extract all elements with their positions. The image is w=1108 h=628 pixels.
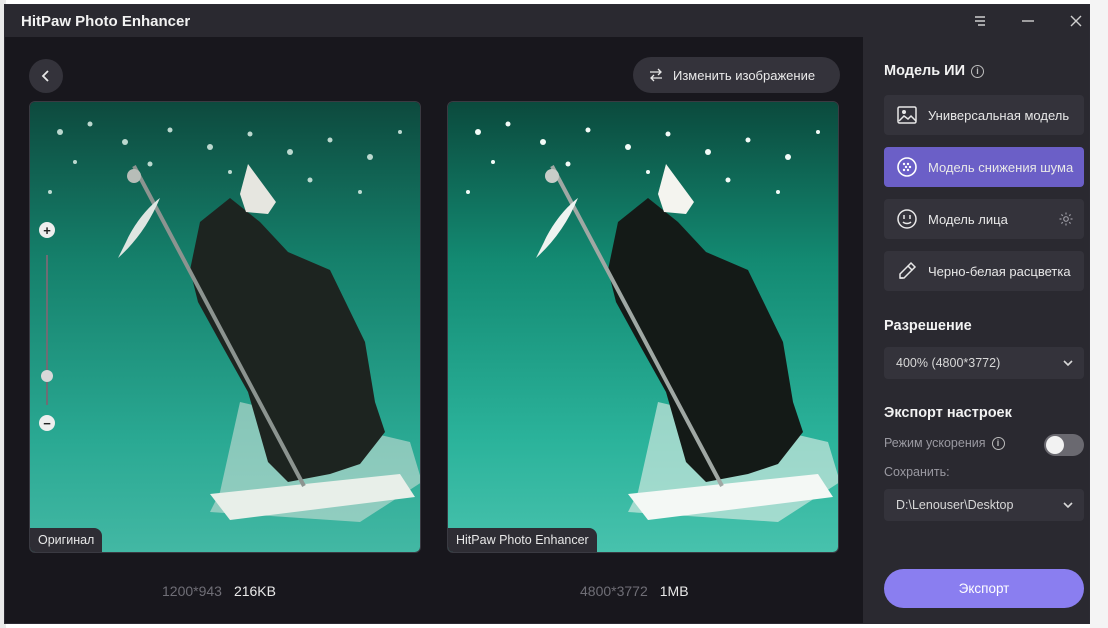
colorize-icon [899,261,917,279]
acceleration-toggle[interactable] [1044,434,1084,456]
background-edge-right [1090,0,1108,628]
face-icon [897,209,917,229]
save-path-select[interactable]: D:\Lenouser\Desktop [884,489,1084,521]
preview-area: Изменить изображение Оригинал HitPaw Pho… [5,37,863,623]
image-icon [897,106,917,124]
export-settings-heading: Экспорт настроек [884,405,1012,421]
export-settings-title: Экспорт настроек [884,405,1012,421]
original-meta: 1200*943 216KB [162,583,276,599]
gear-icon[interactable] [1058,211,1074,227]
zoom-slider-track[interactable] [46,255,48,405]
model-denoise-button[interactable]: Модель снижения шума [884,147,1084,187]
original-image [30,102,420,552]
enhanced-file-size: 1MB [659,583,689,599]
back-button[interactable] [29,59,63,93]
model-face-button[interactable]: Модель лица [884,199,1084,239]
original-label: Оригинал [30,528,103,552]
enhanced-image [448,102,838,552]
settings-sidebar: Модель ИИ i Универсальная модель Модель … [863,37,1089,623]
model-colorize-label: Черно-белая расцветка [928,263,1071,279]
swap-icon [650,68,662,82]
model-denoise-label: Модель снижения шума [928,159,1074,175]
resolution-heading: Разрешение [884,318,972,334]
minimize-button[interactable] [1013,9,1043,33]
chevron-left-icon [41,70,49,82]
minimize-icon [1022,20,1034,22]
export-label: Экспорт [958,581,1010,596]
original-image-panel[interactable]: Оригинал [29,101,421,553]
close-icon [1070,15,1082,27]
ai-model-heading: Модель ИИ i [884,63,985,79]
app-window: HitPaw Photo Enhancer Изменить изображен… [4,4,1090,624]
ai-model-title: Модель ИИ [884,63,966,79]
zoom-in-button[interactable]: + [39,222,55,238]
acceleration-mode: Режим ускорения i [884,436,1005,450]
info-icon[interactable]: i [971,64,985,78]
enhanced-meta: 4800*3772 1MB [580,583,689,599]
model-general-button[interactable]: Универсальная модель [884,95,1084,135]
export-button[interactable]: Экспорт [884,569,1084,608]
menu-button[interactable] [965,9,995,33]
enhanced-dimensions: 4800*3772 [580,583,648,599]
resolution-value: 400% (4800*3772) [896,356,1001,370]
replace-image-label: Изменить изображение [673,67,816,83]
original-dimensions: 1200*943 [162,583,222,599]
title-bar: HitPaw Photo Enhancer [5,5,1089,37]
zoom-out-button[interactable]: − [39,415,55,431]
info-icon[interactable]: i [991,436,1005,450]
chevron-down-icon [1063,502,1073,509]
original-file-size: 216KB [233,583,276,599]
save-path-value: D:\Lenouser\Desktop [896,498,1014,512]
resolution-select[interactable]: 400% (4800*3772) [884,347,1084,379]
toggle-knob [1046,436,1064,454]
menu-icon [975,16,985,26]
acceleration-label: Режим ускорения [884,436,986,450]
enhanced-image-panel[interactable]: HitPaw Photo Enhancer [447,101,839,553]
denoise-icon [897,157,917,177]
save-label: Сохранить: [884,465,950,479]
model-general-label: Универсальная модель [928,107,1070,123]
app-title: HitPaw Photo Enhancer [21,13,191,30]
close-button[interactable] [1061,9,1089,33]
enhanced-label: HitPaw Photo Enhancer [448,528,597,552]
chevron-down-icon [1063,360,1073,367]
zoom-slider-handle[interactable] [41,370,53,382]
model-colorize-button[interactable]: Черно-белая расцветка [884,251,1084,291]
model-face-label: Модель лица [928,211,1008,227]
replace-image-button[interactable]: Изменить изображение [633,57,840,93]
resolution-title: Разрешение [884,318,972,334]
